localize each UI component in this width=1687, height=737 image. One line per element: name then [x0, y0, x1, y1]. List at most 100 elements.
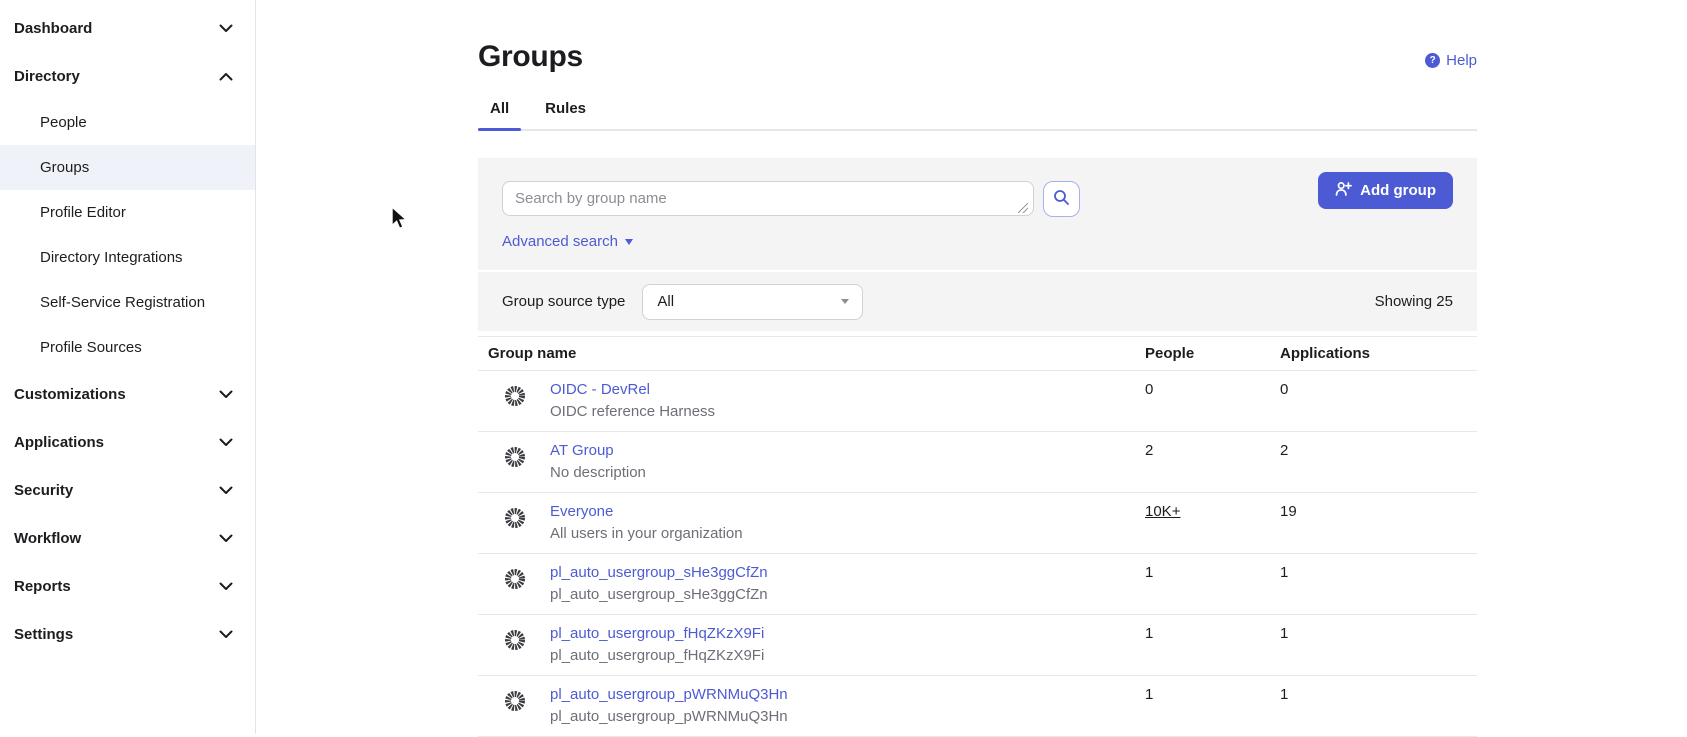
table-row: AT Group No description 2 2 [478, 432, 1477, 493]
sidebar: Dashboard Directory People Groups Profil… [0, 0, 256, 734]
sidebar-item-label: Groups [40, 159, 89, 176]
people-count: 1 [1145, 676, 1280, 703]
applications-count: 1 [1280, 554, 1477, 581]
chevron-up-icon [219, 72, 233, 81]
group-name-link[interactable]: Everyone [550, 503, 613, 520]
sidebar-item-label: Security [14, 482, 73, 499]
tab-rules[interactable]: Rules [533, 100, 598, 129]
chevron-down-icon [219, 534, 233, 543]
applications-count: 2 [1280, 432, 1477, 459]
main-content: Groups ? Help All Rules [257, 0, 1687, 734]
sidebar-item-workflow[interactable]: Workflow [0, 514, 255, 562]
table-row: Everyone All users in your organization … [478, 493, 1477, 554]
sidebar-item-label: Profile Sources [40, 339, 142, 356]
select-value: All [657, 293, 674, 310]
group-description: pl_auto_usergroup_pWRNMuQ3Hn [550, 708, 1145, 725]
showing-count: Showing 25 [1375, 293, 1453, 310]
people-count: 1 [1145, 615, 1280, 642]
help-label: Help [1446, 52, 1477, 69]
question-mark-icon: ? [1425, 53, 1440, 68]
sidebar-item-label: Directory [14, 68, 80, 85]
sidebar-item-settings[interactable]: Settings [0, 610, 255, 658]
group-name-link[interactable]: AT Group [550, 442, 614, 459]
sidebar-item-label: Customizations [14, 386, 126, 403]
sidebar-item-label: Self-Service Registration [40, 294, 205, 311]
advanced-search-link[interactable]: Advanced search [502, 233, 633, 250]
people-count: 0 [1145, 371, 1280, 398]
caret-down-icon [625, 239, 633, 245]
group-gear-icon [478, 371, 550, 411]
add-group-label: Add group [1360, 182, 1436, 199]
chevron-down-icon [219, 486, 233, 495]
sidebar-item-label: Applications [14, 434, 104, 451]
group-name-link[interactable]: pl_auto_usergroup_fHqZKzX9Fi [550, 625, 764, 642]
chevron-down-icon [219, 438, 233, 447]
sidebar-item-label: Dashboard [14, 20, 92, 37]
add-group-icon [1335, 181, 1352, 201]
group-gear-icon [478, 615, 550, 655]
group-description: OIDC reference Harness [550, 403, 1145, 420]
sidebar-item-directory[interactable]: Directory [0, 52, 255, 100]
search-icon [1053, 189, 1070, 209]
table-row: OIDC - DevRel OIDC reference Harness 0 0 [478, 371, 1477, 432]
table-header: Group name People Applications [478, 336, 1477, 371]
chevron-down-icon [219, 582, 233, 591]
sidebar-item-profile-editor[interactable]: Profile Editor [0, 190, 255, 235]
tabbar: All Rules [478, 100, 1477, 131]
applications-count: 0 [1280, 371, 1477, 398]
caret-down-icon [841, 299, 849, 304]
tab-all[interactable]: All [478, 100, 521, 129]
sidebar-item-label: Reports [14, 578, 71, 595]
chevron-down-icon [219, 630, 233, 639]
help-link[interactable]: ? Help [1425, 52, 1477, 69]
chevron-down-icon [219, 24, 233, 33]
group-source-type-label: Group source type [502, 293, 625, 310]
table-row: pl_auto_usergroup_sHe3ggCfZn pl_auto_use… [478, 554, 1477, 615]
group-gear-icon [478, 554, 550, 594]
sidebar-item-label: People [40, 114, 87, 131]
sidebar-item-reports[interactable]: Reports [0, 562, 255, 610]
column-header-group-name: Group name [478, 345, 1145, 362]
group-description: pl_auto_usergroup_fHqZKzX9Fi [550, 647, 1145, 664]
add-group-button[interactable]: Add group [1318, 172, 1453, 209]
search-button[interactable] [1043, 181, 1080, 217]
sidebar-item-applications[interactable]: Applications [0, 418, 255, 466]
table-row: pl_auto_usergroup_fHqZKzX9Fi pl_auto_use… [478, 615, 1477, 676]
sidebar-item-profile-sources[interactable]: Profile Sources [0, 325, 255, 370]
sidebar-item-label: Profile Editor [40, 204, 126, 221]
applications-count: 19 [1280, 493, 1477, 520]
group-description: All users in your organization [550, 525, 1145, 542]
group-gear-icon [478, 493, 550, 533]
sidebar-item-label: Settings [14, 626, 73, 643]
toolbar-panel: Advanced search Add group [478, 158, 1477, 331]
group-gear-icon [478, 676, 550, 716]
applications-count: 1 [1280, 676, 1477, 703]
column-header-applications: Applications [1280, 345, 1477, 362]
sidebar-item-people[interactable]: People [0, 100, 255, 145]
sidebar-item-directory-integrations[interactable]: Directory Integrations [0, 235, 255, 280]
group-name-link[interactable]: pl_auto_usergroup_sHe3ggCfZn [550, 564, 768, 581]
people-count-link[interactable]: 10K+ [1145, 503, 1180, 520]
group-name-link[interactable]: pl_auto_usergroup_pWRNMuQ3Hn [550, 686, 788, 703]
group-description: No description [550, 464, 1145, 481]
sidebar-item-label: Directory Integrations [40, 249, 183, 266]
group-source-type-select[interactable]: All [642, 284, 863, 320]
page-title: Groups [478, 0, 1477, 74]
sidebar-item-groups[interactable]: Groups [0, 145, 255, 190]
column-header-people: People [1145, 345, 1280, 362]
advanced-search-label: Advanced search [502, 233, 618, 250]
group-gear-icon [478, 432, 550, 472]
sidebar-item-self-service-registration[interactable]: Self-Service Registration [0, 280, 255, 325]
table-row: pl_auto_usergroup_pWRNMuQ3Hn pl_auto_use… [478, 676, 1477, 737]
group-name-link[interactable]: OIDC - DevRel [550, 381, 650, 398]
chevron-down-icon [219, 390, 233, 399]
search-input[interactable] [502, 181, 1034, 216]
group-description: pl_auto_usergroup_sHe3ggCfZn [550, 586, 1145, 603]
applications-count: 1 [1280, 615, 1477, 642]
sidebar-item-dashboard[interactable]: Dashboard [0, 4, 255, 52]
people-count: 1 [1145, 554, 1280, 581]
sidebar-item-customizations[interactable]: Customizations [0, 370, 255, 418]
sidebar-item-label: Workflow [14, 530, 81, 547]
sidebar-item-security[interactable]: Security [0, 466, 255, 514]
people-count: 2 [1145, 432, 1280, 459]
